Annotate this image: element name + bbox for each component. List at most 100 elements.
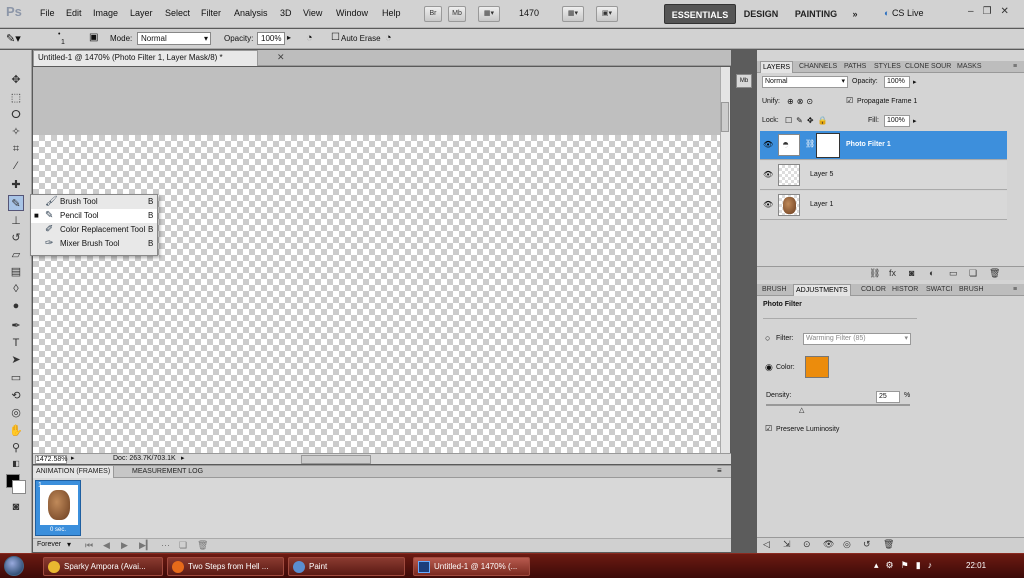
menu-window[interactable]: Window xyxy=(336,8,368,18)
menu-file[interactable]: File xyxy=(40,8,55,18)
opacity-slider-icon[interactable]: ▸ xyxy=(913,78,917,86)
eyedropper-tool-icon[interactable]: ⁄ xyxy=(8,158,24,174)
filter-color-swatch[interactable] xyxy=(805,356,829,378)
layer-opacity-field[interactable]: 100% xyxy=(884,76,910,88)
layer-row-layer-5[interactable]: 👁 Layer 5 xyxy=(760,161,1007,190)
clone-stamp-tool-icon[interactable]: ⊥ xyxy=(8,213,24,229)
network-icon[interactable]: ▮ xyxy=(916,560,928,570)
horizontal-scroll-thumb[interactable] xyxy=(301,455,371,464)
taskbar-item-paint[interactable]: Paint xyxy=(288,557,405,576)
tab-adjustments[interactable]: ADJUSTMENTS xyxy=(793,284,851,296)
default-colors-icon[interactable]: ◧ xyxy=(8,456,24,472)
mask-link-icon[interactable]: ⛓ xyxy=(805,139,815,148)
quick-select-tool-icon[interactable]: ✧ xyxy=(8,124,24,140)
menu-view[interactable]: View xyxy=(303,8,322,18)
delete-layer-icon[interactable]: 🗑 xyxy=(989,268,1000,279)
taskbar-item-sparky[interactable]: Sparky Ampora (Avai... xyxy=(43,557,163,576)
visibility-eye-icon[interactable]: 👁 xyxy=(763,200,773,209)
close-icon[interactable]: ✕ xyxy=(1001,6,1018,17)
flyout-item-brush-tool[interactable]: 🖌 Brush Tool B xyxy=(31,195,157,209)
opacity-field[interactable]: 100% xyxy=(257,32,285,45)
quick-mask-icon[interactable]: ◙ xyxy=(8,499,24,515)
type-tool-icon[interactable]: T xyxy=(8,335,24,351)
tab-paths[interactable]: PATHS xyxy=(842,61,868,73)
minibridge-button[interactable]: Mb xyxy=(448,6,466,22)
layer-mask-thumbnail[interactable] xyxy=(816,133,840,158)
arrange-documents-button[interactable]: ▦▾ xyxy=(562,6,584,22)
mini-bridge-panel-icon[interactable]: Mb xyxy=(736,74,752,88)
eraser-tool-icon[interactable]: ▱ xyxy=(8,247,24,263)
menu-filter[interactable]: Filter xyxy=(201,8,221,18)
restore-icon[interactable]: ❐ xyxy=(983,6,1001,17)
taskbar-item-firefox[interactable]: Two Steps from Hell ... xyxy=(167,557,284,576)
reset-icon[interactable]: ↺ xyxy=(863,539,871,550)
mode-select[interactable]: Normal ▾ xyxy=(137,32,211,45)
start-button[interactable] xyxy=(4,556,24,576)
minimize-icon[interactable]: – xyxy=(968,6,983,17)
lock-buttons-icon[interactable]: ☐✎✥🔒 xyxy=(785,116,832,125)
new-group-icon[interactable]: ▭ xyxy=(949,268,958,279)
3d-rotate-tool-icon[interactable]: ⟲ xyxy=(8,388,24,404)
marquee-tool-icon[interactable]: ⬚ xyxy=(8,90,24,106)
panel-menu-icon[interactable]: ≡ xyxy=(1011,284,1019,296)
brush-size[interactable]: 1 xyxy=(61,39,65,46)
menu-edit[interactable]: Edit xyxy=(66,8,82,18)
layer-name[interactable]: Layer 5 xyxy=(810,171,833,178)
tab-swatches[interactable]: SWATCI xyxy=(924,284,954,296)
volume-icon[interactable]: ♪ xyxy=(928,560,940,570)
tab-brush-presets[interactable]: BRUSH xyxy=(957,284,986,296)
canvas-area[interactable] xyxy=(33,67,720,453)
panel-menu-icon[interactable]: ≡ xyxy=(1011,61,1019,73)
taskbar-item-photoshop[interactable]: Untitled-1 @ 1470% (... xyxy=(413,557,530,576)
clip-to-layer-icon[interactable]: ⊙ xyxy=(803,539,811,550)
tab-layers[interactable]: LAYERS xyxy=(760,61,794,73)
delete-frame-icon[interactable]: 🗑 xyxy=(197,540,208,551)
status-menu-arrow-icon[interactable]: ▸ xyxy=(181,454,185,462)
flyout-item-mixer-brush-tool[interactable]: ✑ Mixer Brush Tool B xyxy=(31,237,157,251)
first-frame-icon[interactable]: ⏮ xyxy=(85,540,93,551)
expand-view-icon[interactable]: ⇲ xyxy=(783,539,791,550)
tab-history[interactable]: HISTOR xyxy=(890,284,920,296)
delete-adjustment-icon[interactable]: 🗑 xyxy=(883,539,894,550)
blend-mode-select[interactable]: Normal ▾ xyxy=(762,76,848,88)
density-slider-handle[interactable]: △ xyxy=(799,406,804,414)
zoom-level[interactable]: 1470 xyxy=(519,8,539,18)
opacity-slider-icon[interactable]: ▸ xyxy=(287,33,291,42)
tween-icon[interactable]: ⋯ xyxy=(161,540,170,551)
lasso-tool-icon[interactable]: ⵔ xyxy=(8,107,24,123)
visibility-eye-icon[interactable]: 👁 xyxy=(763,170,773,179)
view-previous-state-icon[interactable]: ◎ xyxy=(843,539,851,550)
vertical-scroll-thumb[interactable] xyxy=(721,102,729,132)
fill-slider-icon[interactable]: ▸ xyxy=(913,117,917,125)
frame-delay[interactable]: 0 sec. xyxy=(50,527,66,533)
tab-masks[interactable]: MASKS xyxy=(955,61,984,73)
steam-icon[interactable]: ⚙ xyxy=(886,560,901,570)
menu-3d[interactable]: 3D xyxy=(280,8,292,18)
new-layer-icon[interactable]: ❏ xyxy=(969,268,977,279)
previous-frame-icon[interactable]: ◀ xyxy=(103,540,110,551)
path-selection-tool-icon[interactable]: ➤ xyxy=(8,352,24,368)
pen-tool-icon[interactable]: ✒ xyxy=(8,318,24,334)
flyout-item-color-replacement-tool[interactable]: ✐ Color Replacement Tool B xyxy=(31,223,157,237)
workspace-design[interactable]: DESIGN xyxy=(740,4,782,24)
tab-measurement-log[interactable]: MEASUREMENT LOG xyxy=(129,466,206,478)
menu-image[interactable]: Image xyxy=(93,8,118,18)
add-mask-icon[interactable]: ◙ xyxy=(909,268,914,278)
document-tab[interactable]: Untitled-1 @ 1470% (Photo Filter 1, Laye… xyxy=(33,50,258,66)
transparent-canvas[interactable] xyxy=(33,135,720,453)
tab-color[interactable]: COLOR xyxy=(859,284,888,296)
menu-help[interactable]: Help xyxy=(382,8,401,18)
bridge-button[interactable]: Br xyxy=(424,6,442,22)
3d-orbit-tool-icon[interactable]: ◎ xyxy=(8,405,24,421)
tab-brush[interactable]: BRUSH xyxy=(760,284,789,296)
workspace-painting[interactable]: PAINTING xyxy=(791,4,841,24)
panel-menu-icon[interactable]: ≡ xyxy=(717,466,722,475)
density-slider[interactable] xyxy=(766,404,910,406)
history-brush-tool-icon[interactable]: ↺ xyxy=(8,230,24,246)
visibility-eye-icon[interactable]: 👁 xyxy=(763,140,773,149)
layer-row-layer-1[interactable]: 👁 Layer 1 xyxy=(760,191,1007,220)
tablet-pressure-size-icon[interactable]: ◔ xyxy=(385,32,392,44)
back-to-list-icon[interactable]: ◁ xyxy=(763,539,770,550)
menu-select[interactable]: Select xyxy=(165,8,190,18)
auto-erase-checkbox[interactable]: ☐ xyxy=(331,32,340,43)
